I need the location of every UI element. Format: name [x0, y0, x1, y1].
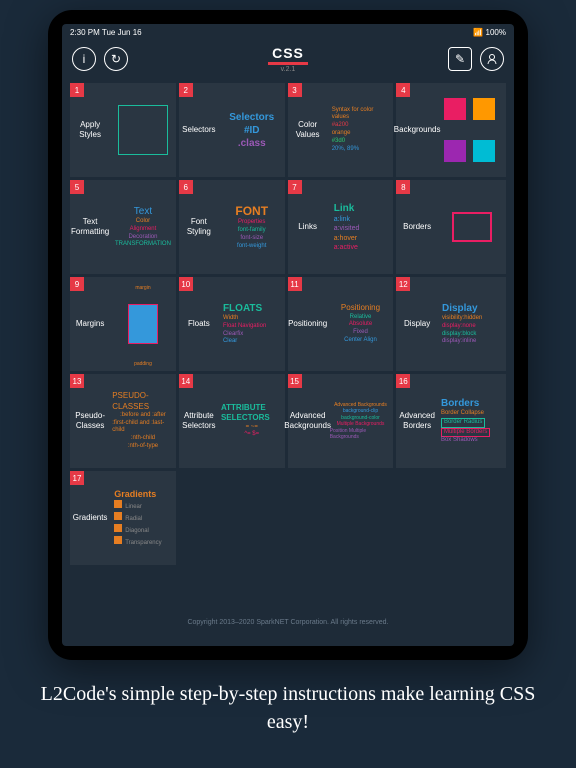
copyright: Copyright 2013–2020 SparkNET Corporation… — [62, 599, 514, 646]
card-advanced-backgrounds[interactable]: 15 Advanced Backgrounds Advanced Backgro… — [288, 374, 394, 468]
card-margins[interactable]: 9 Margins marginpadding — [70, 277, 176, 371]
card-pseudo-classes[interactable]: 13 Pseudo-Classes PSEUDO-CLASSES:before … — [70, 374, 176, 468]
card-display[interactable]: 12 Display Displayvisibility:hiddendispl… — [396, 277, 506, 371]
card-apply-styles[interactable]: 1 Apply Styles — [70, 83, 176, 177]
notes-button[interactable]: ✎ — [448, 47, 472, 71]
app-logo: CSS v.2.1 — [268, 45, 308, 73]
card-color-values[interactable]: 3 Color Values Syntax for color values#a… — [288, 83, 394, 177]
header: i ↻ CSS v.2.1 ✎ — [62, 41, 514, 77]
lesson-grid: 1 Apply Styles 2 Selectors Selectors#ID.… — [62, 77, 514, 599]
card-floats[interactable]: 10 Floats FLOATSWidthFloat NavigationCle… — [179, 277, 285, 371]
status-bar: 2:30 PM Tue Jun 16 📶 100% — [62, 24, 514, 41]
screen: 2:30 PM Tue Jun 16 📶 100% i ↻ CSS v.2.1 … — [62, 24, 514, 646]
card-attribute-selectors[interactable]: 14 Attribute Selectors ATTRIBUTE SELECTO… — [179, 374, 285, 468]
card-borders[interactable]: 8 Borders — [396, 180, 506, 274]
profile-button[interactable] — [480, 47, 504, 71]
status-time: 2:30 PM Tue Jun 16 — [70, 28, 142, 37]
card-text-formatting[interactable]: 5 Text Formatting TextColorAlignmentDeco… — [70, 180, 176, 274]
refresh-button[interactable]: ↻ — [104, 47, 128, 71]
marketing-tagline: L2Code's simple step-by-step instruction… — [0, 660, 576, 756]
tablet-frame: 2:30 PM Tue Jun 16 📶 100% i ↻ CSS v.2.1 … — [48, 10, 528, 660]
card-selectors[interactable]: 2 Selectors Selectors#ID.class — [179, 83, 285, 177]
card-positioning[interactable]: 11 Positioning PositioningRelativeAbsolu… — [288, 277, 394, 371]
card-advanced-borders[interactable]: 16 Advanced Borders BordersBorder Collap… — [396, 374, 506, 468]
card-gradients[interactable]: 17 Gradients GradientsLinearRadialDiagon… — [70, 471, 176, 565]
card-backgrounds[interactable]: 4 Backgrounds — [396, 83, 506, 177]
status-battery: 📶 100% — [473, 28, 506, 37]
card-links[interactable]: 7 Links Linka:linka:visiteda:hovera:acti… — [288, 180, 394, 274]
info-button[interactable]: i — [72, 47, 96, 71]
card-font-styling[interactable]: 6 Font Styling FONTPropertiesfont-family… — [179, 180, 285, 274]
